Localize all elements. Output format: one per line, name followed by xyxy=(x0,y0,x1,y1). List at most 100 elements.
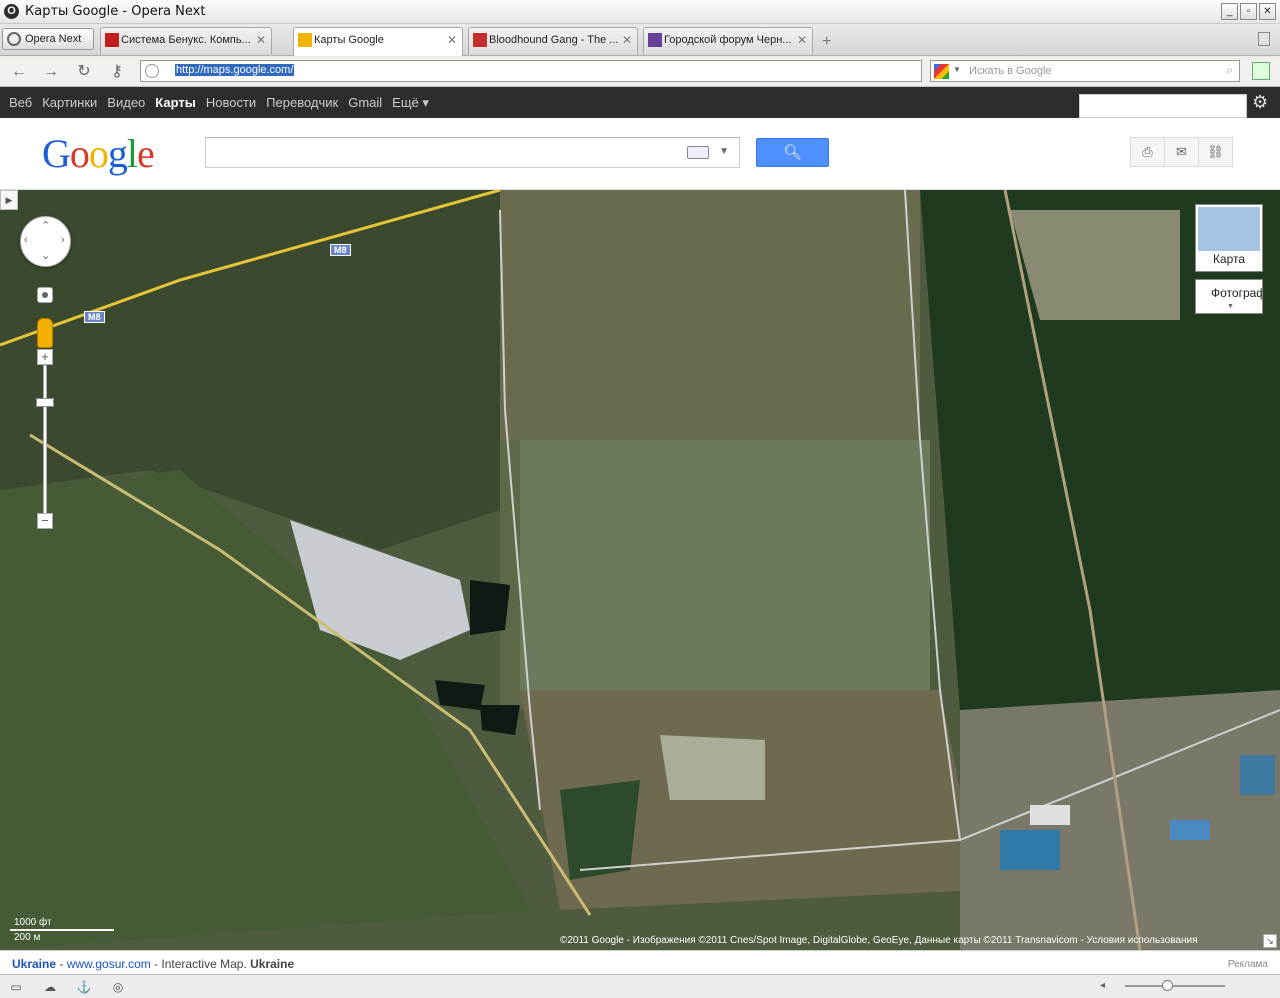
unite-icon[interactable]: ⚓ xyxy=(76,979,92,995)
gbar-link-maps[interactable]: Карты xyxy=(155,95,196,111)
opera-logo-icon: O xyxy=(4,4,19,19)
youtube-favicon-icon xyxy=(473,33,487,47)
panel-toggle-icon[interactable]: ▭ xyxy=(8,979,24,995)
maximize-button[interactable]: ▫ xyxy=(1240,3,1257,20)
close-button[interactable]: ✕ xyxy=(1259,3,1276,20)
mail-icon[interactable]: ✉ xyxy=(1164,137,1199,167)
opera-menu-button[interactable]: Opera Next xyxy=(2,28,94,50)
gear-icon[interactable]: ⚙ xyxy=(1252,92,1268,113)
pan-up-icon[interactable]: ⌃ xyxy=(41,219,50,232)
tab-bloodhound-gang[interactable]: Bloodhound Gang - The ... ✕ xyxy=(468,27,638,54)
ad-country-bold: Ukraine xyxy=(250,957,295,971)
browser-search-field[interactable]: ▼ Искать в Google ⌕ xyxy=(930,60,1240,82)
tab-sistema-benuks[interactable]: Система Бенукс. Компь... ✕ xyxy=(100,27,272,54)
road-label-m8: M8 xyxy=(330,244,351,256)
world-map-icon xyxy=(1198,207,1260,251)
satellite-imagery[interactable] xyxy=(0,190,1280,950)
globe-icon xyxy=(145,64,159,78)
location-icon[interactable] xyxy=(37,287,53,303)
zoom-menu-icon[interactable]: ◂ xyxy=(1100,980,1105,991)
ad-country[interactable]: Ukraine xyxy=(12,957,56,971)
collapse-panel-button[interactable]: ▶ xyxy=(0,190,18,210)
ad-site-link[interactable]: www.gosur.com xyxy=(67,957,151,971)
print-icon[interactable]: ⎙ xyxy=(1130,137,1165,167)
map-type-label: Карта xyxy=(1212,252,1246,266)
tab-close-icon[interactable]: ✕ xyxy=(797,28,807,52)
window-titlebar: O Карты Google - Opera Next _ ▫ ✕ xyxy=(0,0,1280,24)
speed-dial-icon[interactable]: ◎ xyxy=(110,979,126,995)
page-zoom-knob[interactable] xyxy=(1162,980,1173,991)
window-title: Карты Google - Opera Next xyxy=(25,4,206,19)
ad-text[interactable]: Ukraine - www.gosur.com - Interactive Ma… xyxy=(12,957,294,971)
new-tab-plus-icon[interactable]: + xyxy=(822,33,831,51)
gbar-link-news[interactable]: Новости xyxy=(206,95,256,111)
ad-separator: - xyxy=(56,957,67,971)
chevron-down-icon[interactable]: ▼ xyxy=(719,146,729,157)
map-type-photo-button[interactable]: Фотограф ▼ xyxy=(1195,279,1263,314)
tab-close-icon[interactable]: ✕ xyxy=(256,28,266,52)
pan-control[interactable]: ⌃ ‹ › ⌄ xyxy=(20,216,71,267)
magnifier-icon: 🔍︎ xyxy=(782,144,803,161)
ad-bar: Ukraine - www.gosur.com - Interactive Ma… xyxy=(0,950,1280,974)
gbar-link-video[interactable]: Видео xyxy=(107,95,145,111)
maps-search-button[interactable]: 🔍︎ xyxy=(756,138,829,167)
ad-description: - Interactive Map. xyxy=(150,957,251,971)
key-icon[interactable]: ⚷ xyxy=(106,61,128,83)
gbar-search-input[interactable] xyxy=(1079,94,1247,118)
status-bar: ▭ ☁ ⚓ ◎ ◂ xyxy=(0,974,1280,998)
zoom-out-button[interactable]: − xyxy=(37,513,53,529)
pan-left-icon[interactable]: ‹ xyxy=(24,234,28,246)
map-type-map-button[interactable]: Карта xyxy=(1195,204,1263,272)
trash-icon[interactable] xyxy=(1258,32,1270,46)
google-maps-favicon-icon xyxy=(298,33,312,47)
google-logo[interactable]: Google xyxy=(42,130,155,177)
gbar-link-web[interactable]: Веб xyxy=(9,95,32,111)
pegman-icon[interactable] xyxy=(37,318,53,348)
tab-google-maps[interactable]: Карты Google ✕ xyxy=(293,27,463,56)
window-controls: _ ▫ ✕ xyxy=(1221,3,1276,20)
zoom-slider-handle[interactable] xyxy=(36,398,54,407)
tab-label: Bloodhound Gang - The ... xyxy=(489,34,619,46)
gbar-link-more[interactable]: Ещё ▾ xyxy=(392,95,429,111)
back-arrow-icon[interactable]: ← xyxy=(8,61,30,83)
tab-close-icon[interactable]: ✕ xyxy=(622,28,632,52)
gbar-link-images[interactable]: Картинки xyxy=(42,95,97,111)
address-field[interactable]: http://maps.google.com/ xyxy=(140,60,922,82)
zoom-in-button[interactable]: + xyxy=(37,349,53,365)
tab-close-icon[interactable]: ✕ xyxy=(447,28,457,52)
opera-menu-icon xyxy=(7,32,21,46)
satellite-map[interactable]: ▶ ⌃ ‹ › ⌄ + − M8 M8 Карта Фотограф ▼ 100… xyxy=(0,190,1280,950)
search-icon[interactable]: ⌕ xyxy=(1226,63,1233,78)
map-type-photo-label: Фотограф xyxy=(1211,286,1263,300)
url-text: http://maps.google.com/ xyxy=(175,64,295,76)
tab-bar: Opera Next Система Бенукс. Компь... ✕ Ка… xyxy=(0,24,1280,56)
search-placeholder: Искать в Google xyxy=(969,65,1052,77)
gbar-link-gmail[interactable]: Gmail xyxy=(348,95,382,111)
scale-bar xyxy=(10,929,114,931)
google-engine-icon[interactable] xyxy=(934,64,949,79)
pan-right-icon[interactable]: › xyxy=(61,234,65,246)
site-favicon-icon xyxy=(105,33,119,47)
google-bar-links: Веб Картинки Видео Карты Новости Перевод… xyxy=(9,95,439,111)
extension-icon[interactable] xyxy=(1252,62,1270,80)
tab-label: Карты Google xyxy=(314,34,384,46)
map-copyright: ©2011 Google - Изображения ©2011 Cnes/Sp… xyxy=(560,935,1198,946)
minimize-button[interactable]: _ xyxy=(1221,3,1238,20)
engine-dropdown-icon[interactable]: ▼ xyxy=(953,65,961,74)
keyboard-icon[interactable] xyxy=(687,146,709,159)
forum-favicon-icon xyxy=(648,33,662,47)
scale-feet: 1000 фт xyxy=(14,917,52,928)
tab-city-forum[interactable]: Городской форум Черн... ✕ xyxy=(643,27,813,54)
pan-down-icon[interactable]: ⌄ xyxy=(41,249,50,262)
expand-corner-icon[interactable]: ↘ xyxy=(1263,934,1277,948)
reload-icon[interactable]: ↻ xyxy=(73,61,95,83)
page-zoom-slider[interactable] xyxy=(1125,980,1225,991)
gbar-link-translate[interactable]: Переводчик xyxy=(266,95,338,111)
cloud-icon[interactable]: ☁ xyxy=(42,979,58,995)
maps-search-input[interactable]: ▼ xyxy=(205,137,740,168)
maps-header: Google ▼ 🔍︎ ⎙ ✉ ⛓ xyxy=(0,118,1280,190)
opera-menu-label: Opera Next xyxy=(25,33,82,45)
zoom-slider-track[interactable] xyxy=(43,365,47,515)
link-icon[interactable]: ⛓ xyxy=(1198,137,1233,167)
forward-arrow-icon[interactable]: → xyxy=(40,61,62,83)
